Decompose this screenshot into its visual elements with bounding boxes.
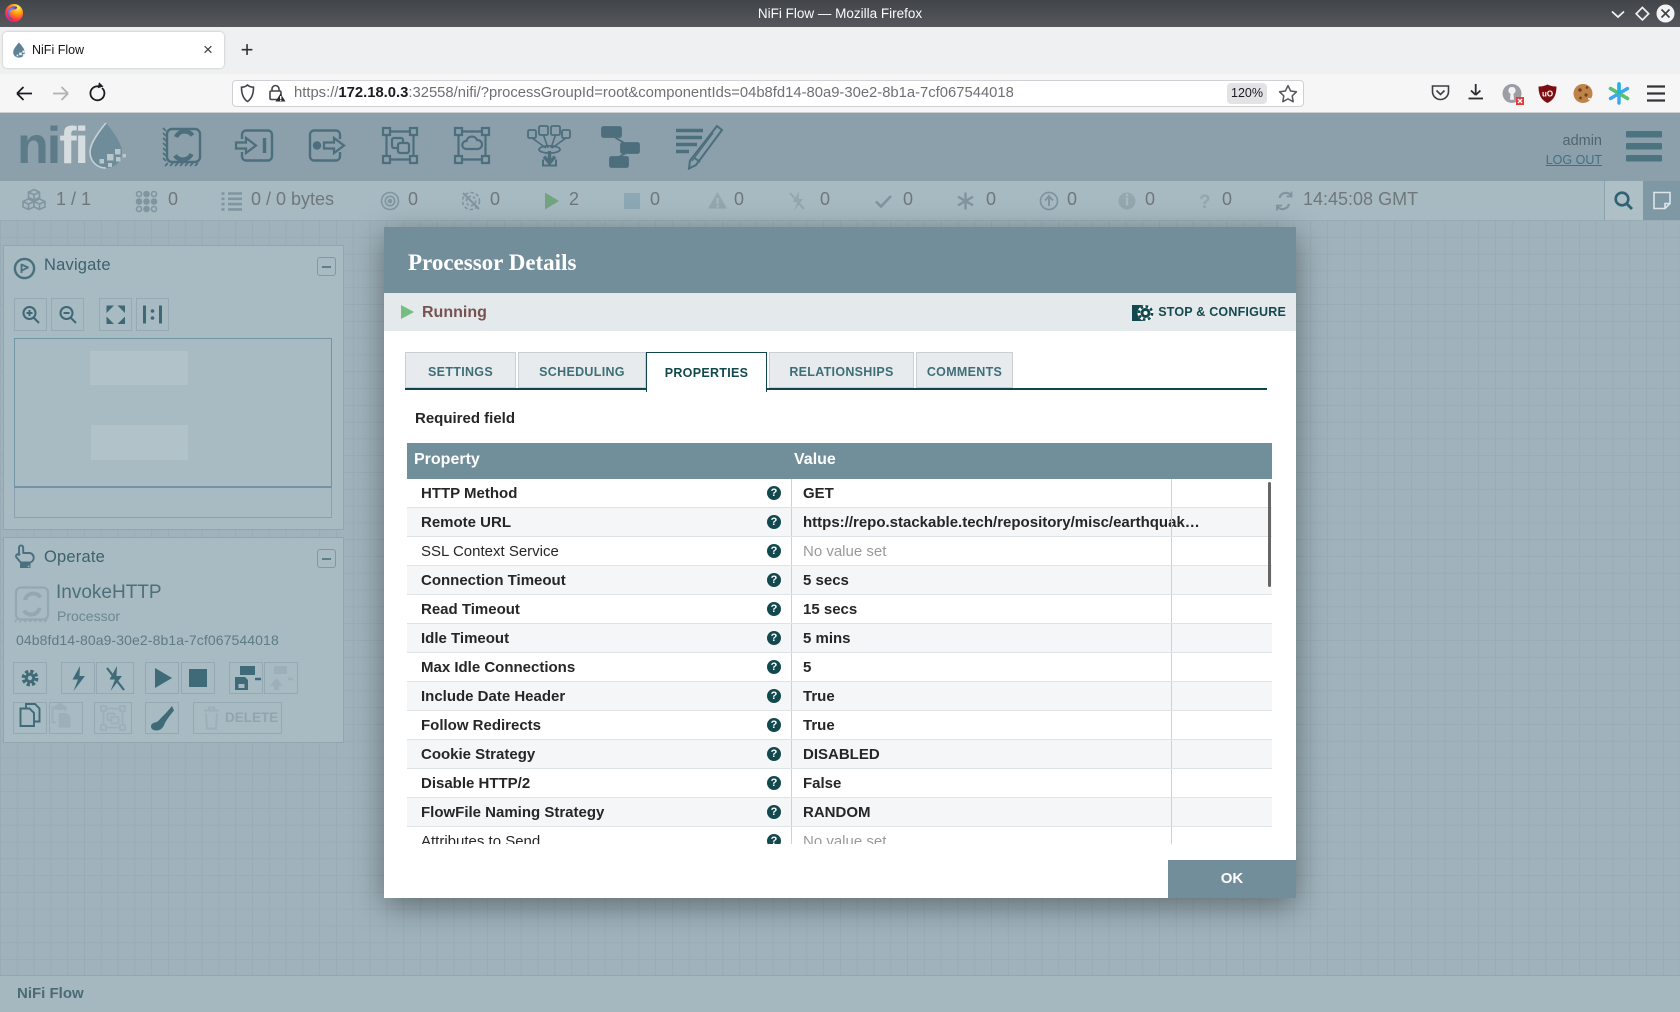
svg-text:?: ? (1199, 192, 1211, 213)
svg-text:uO: uO (1542, 90, 1553, 99)
